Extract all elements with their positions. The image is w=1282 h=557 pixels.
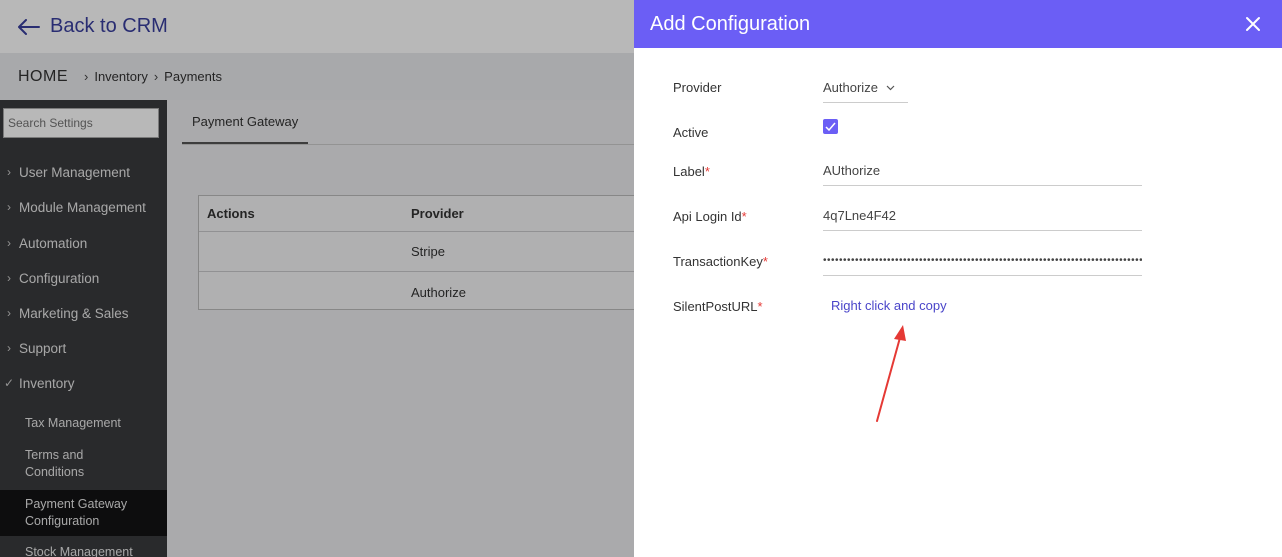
breadcrumb-inventory[interactable]: Inventory <box>94 69 147 84</box>
transaction-key-input[interactable]: ••••••••••••••••••••••••••••••••••••••••… <box>823 246 1142 276</box>
label-field-label: Label* <box>673 164 710 179</box>
arrow-left-icon <box>18 18 40 35</box>
api-login-id-label: Api Login Id* <box>673 209 747 224</box>
required-mark: * <box>741 209 747 224</box>
table-cell-provider: Stripe <box>411 244 445 259</box>
search-settings-input[interactable] <box>3 108 159 138</box>
active-label: Active <box>673 125 709 140</box>
chevron-right-icon: › <box>7 306 11 320</box>
label-field-label-text: Label <box>673 164 705 179</box>
close-icon[interactable] <box>1242 13 1264 35</box>
back-to-crm-link[interactable]: Back to CRM <box>18 15 168 38</box>
provider-select[interactable]: Authorize <box>823 73 908 103</box>
chevron-right-icon: › <box>7 341 11 355</box>
sidebar-item-marketing-sales[interactable]: › Marketing & Sales <box>0 298 167 328</box>
chevron-down-icon: ✓ <box>3 376 15 390</box>
active-checkbox[interactable] <box>823 119 838 134</box>
sidebar-item-label: Support <box>19 340 67 356</box>
silent-post-url-link[interactable]: Right click and copy <box>831 298 947 313</box>
sidebar-item-label: Automation <box>19 235 88 251</box>
label-input[interactable]: AUthorize <box>823 156 1142 186</box>
provider-label: Provider <box>673 80 722 95</box>
breadcrumb-payments[interactable]: Payments <box>164 69 222 84</box>
sidebar-item-inventory[interactable]: ✓ Inventory <box>0 368 167 398</box>
sidebar-subitem-tax-management[interactable]: Tax Management <box>0 415 167 432</box>
chevron-right-icon: › <box>7 200 11 214</box>
tab-divider <box>182 144 634 145</box>
sidebar-item-automation[interactable]: › Automation <box>0 228 167 258</box>
silent-post-url-label: SilentPostURL* <box>673 299 763 314</box>
silent-post-url-label-text: SilentPostURL <box>673 299 758 314</box>
settings-sidebar: › User Management › Module Management › … <box>0 100 167 557</box>
provider-select-value: Authorize <box>823 80 878 95</box>
sidebar-item-user-management[interactable]: › User Management <box>0 157 167 187</box>
required-mark: * <box>757 299 763 314</box>
chevron-right-icon: › <box>7 271 11 285</box>
chevron-right-icon: › <box>84 69 89 84</box>
sidebar-subitem-label: Payment Gateway Configuration <box>25 497 128 528</box>
tab-payment-gateway[interactable]: Payment Gateway <box>182 100 309 144</box>
chevron-right-icon: › <box>7 236 11 250</box>
transaction-key-label: TransactionKey* <box>673 254 768 269</box>
table-row[interactable]: Authorize <box>199 272 635 312</box>
sidebar-item-label: User Management <box>19 164 131 180</box>
sidebar-item-module-management[interactable]: › Module Management <box>0 192 167 222</box>
required-mark: * <box>704 164 710 179</box>
checkmark-icon <box>825 122 836 131</box>
annotation-arrow-icon <box>876 325 906 422</box>
required-mark: * <box>762 254 768 269</box>
sidebar-subitem-stock-management[interactable]: Stock Management <box>0 544 167 557</box>
breadcrumb-home[interactable]: HOME <box>18 68 68 86</box>
sidebar-subitem-payment-gateway[interactable]: Payment Gateway Configuration <box>0 490 167 536</box>
sidebar-item-support[interactable]: › Support <box>0 333 167 363</box>
add-configuration-panel: Add Configuration Provider Authorize Act… <box>634 0 1282 557</box>
api-login-id-input[interactable]: 4q7Lne4F42 <box>823 201 1142 231</box>
modal-title: Add Configuration <box>650 12 811 35</box>
table-header-row: Actions Provider <box>199 196 635 232</box>
table-cell-provider: Authorize <box>411 284 466 300</box>
transaction-key-label-text: TransactionKey <box>673 254 763 269</box>
sidebar-item-configuration[interactable]: › Configuration <box>0 263 167 293</box>
column-header-provider: Provider <box>411 206 464 221</box>
chevron-right-icon: › <box>153 69 159 84</box>
modal-header: Add Configuration <box>634 0 1282 48</box>
sidebar-item-label: Module Management <box>19 199 146 215</box>
gateway-table: Actions Provider Stripe Authorize <box>198 195 635 312</box>
table-row[interactable]: Stripe <box>199 232 635 272</box>
sidebar-item-label: Configuration <box>19 270 100 286</box>
main-content: Payment Gateway Actions Provider Stripe … <box>167 100 635 557</box>
api-login-id-label-text: Api Login Id <box>673 209 742 224</box>
sidebar-subitem-terms-conditions[interactable]: Terms and Conditions <box>0 447 110 481</box>
back-to-crm-label: Back to CRM <box>50 15 168 37</box>
sidebar-item-label: Inventory <box>19 375 75 391</box>
chevron-down-icon <box>886 85 895 90</box>
chevron-right-icon: › <box>7 165 11 179</box>
column-header-actions: Actions <box>207 206 255 221</box>
sidebar-item-label: Marketing & Sales <box>19 305 129 321</box>
